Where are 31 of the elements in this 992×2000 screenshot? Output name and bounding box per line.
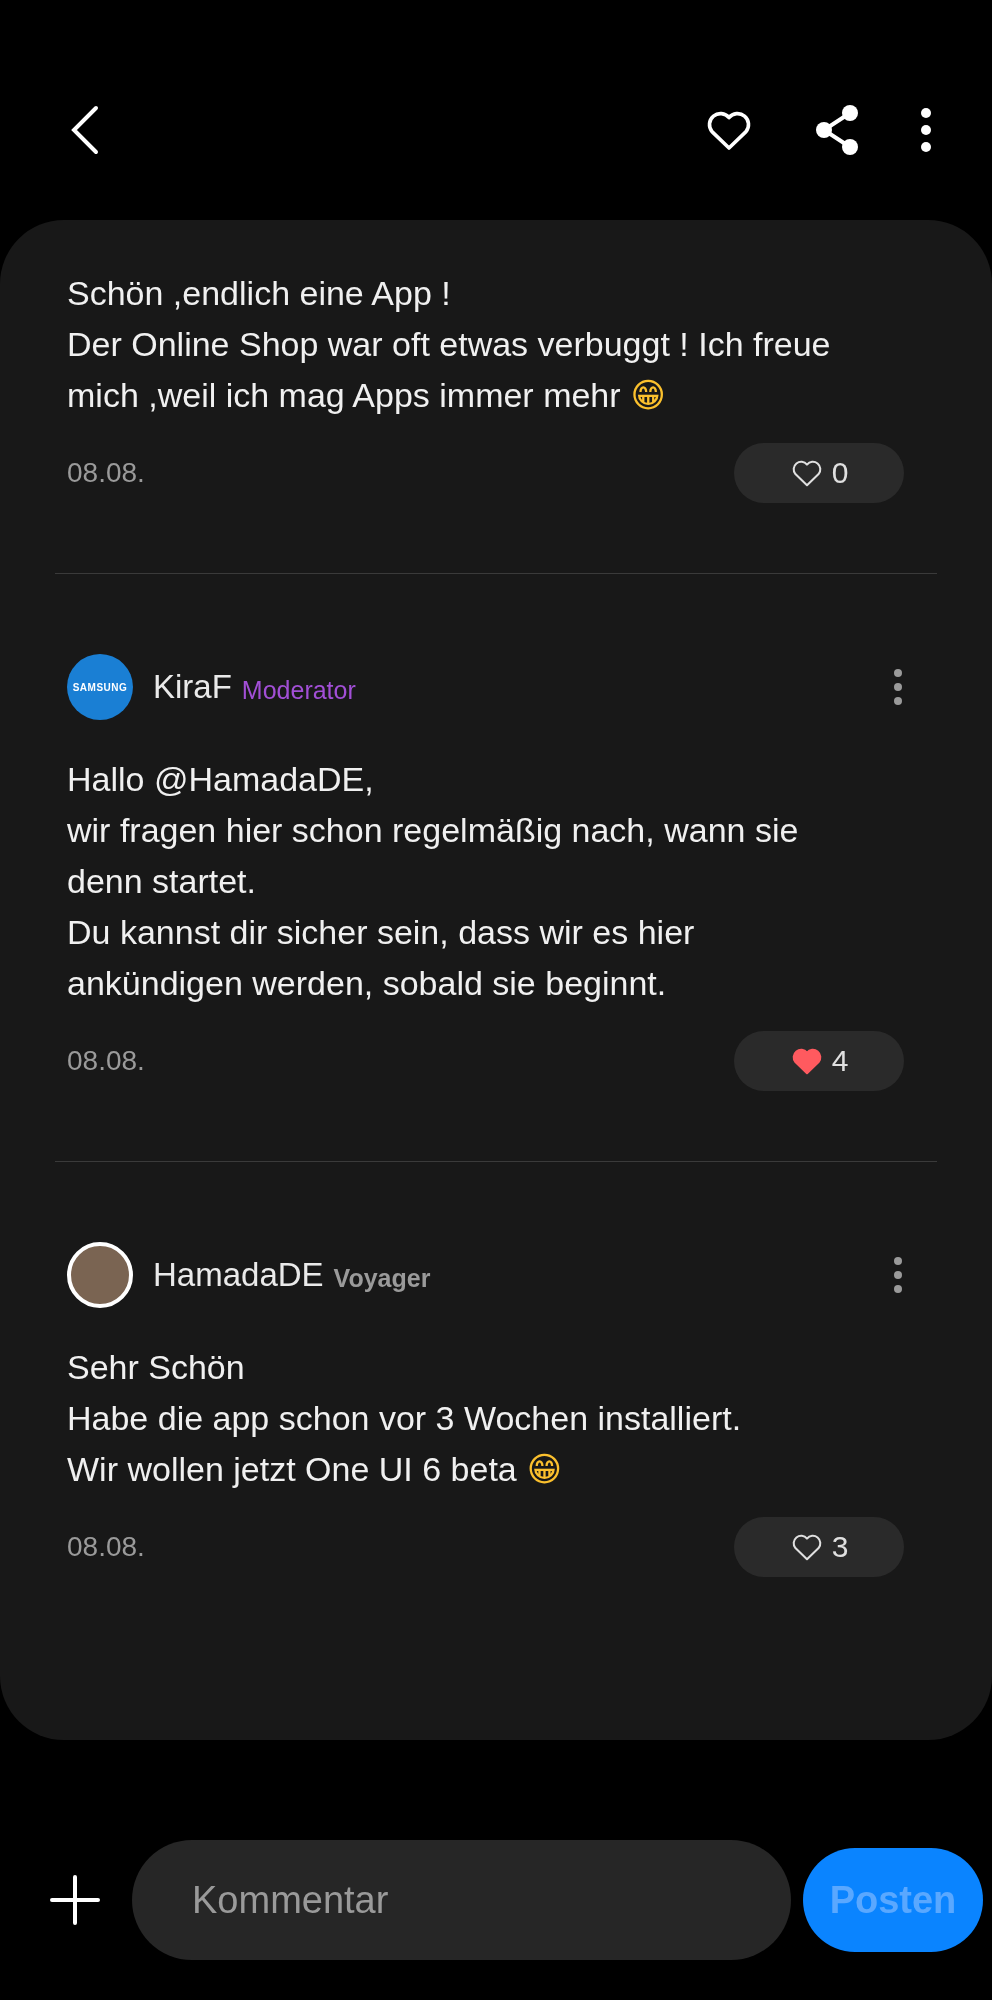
comment-text: Schön ,endlich eine App ! [67, 274, 451, 312]
avatar[interactable]: SAMSUNG [67, 654, 133, 720]
comment-text: Sehr Schön [67, 1348, 245, 1386]
author-name[interactable]: HamadaDE [153, 1256, 324, 1294]
comment-text: Der Online Shop war oft etwas verbuggt ! Ich freue [67, 325, 831, 363]
share-button[interactable] [814, 104, 860, 156]
comment-text: mich ,weil ich mag Apps immer mehr [67, 376, 621, 414]
comment-date: 08.08. [67, 1531, 145, 1563]
like-button[interactable]: 0 [734, 443, 904, 503]
more-options-icon[interactable] [892, 1255, 904, 1295]
author-name[interactable]: KiraF [153, 668, 232, 706]
comment-text: Du kannst dir sicher sein, dass wir es hier [67, 913, 695, 951]
comment-date: 08.08. [67, 457, 145, 489]
comment-text: ankündigen werden, sobald sie beginnt. [67, 964, 667, 1002]
comment-text: Hallo @HamadaDE, [67, 760, 374, 798]
back-button[interactable] [70, 104, 100, 156]
comment-date: 08.08. [67, 1045, 145, 1077]
comment-text: denn startet. [67, 862, 256, 900]
comment-text: wir fragen hier schon regelmäßig nach, wann sie [67, 811, 799, 849]
author-rank: Voyager [333, 1263, 431, 1293]
comment-input[interactable]: Kommentar [132, 1840, 791, 1960]
add-button[interactable] [50, 1875, 100, 1925]
more-options-button[interactable] [920, 107, 932, 153]
emoji: 😁 [630, 375, 667, 415]
more-options-icon[interactable] [892, 667, 904, 707]
comment-text: Habe die app schon vor 3 Wochen installiert. [67, 1399, 742, 1437]
comment-text: Wir wollen jetzt One UI 6 beta [67, 1450, 517, 1488]
like-button[interactable]: 3 [734, 1517, 904, 1577]
emoji: 😁 [526, 1449, 563, 1489]
like-button[interactable]: 4 [734, 1031, 904, 1091]
author-rank: Moderator [241, 675, 356, 705]
